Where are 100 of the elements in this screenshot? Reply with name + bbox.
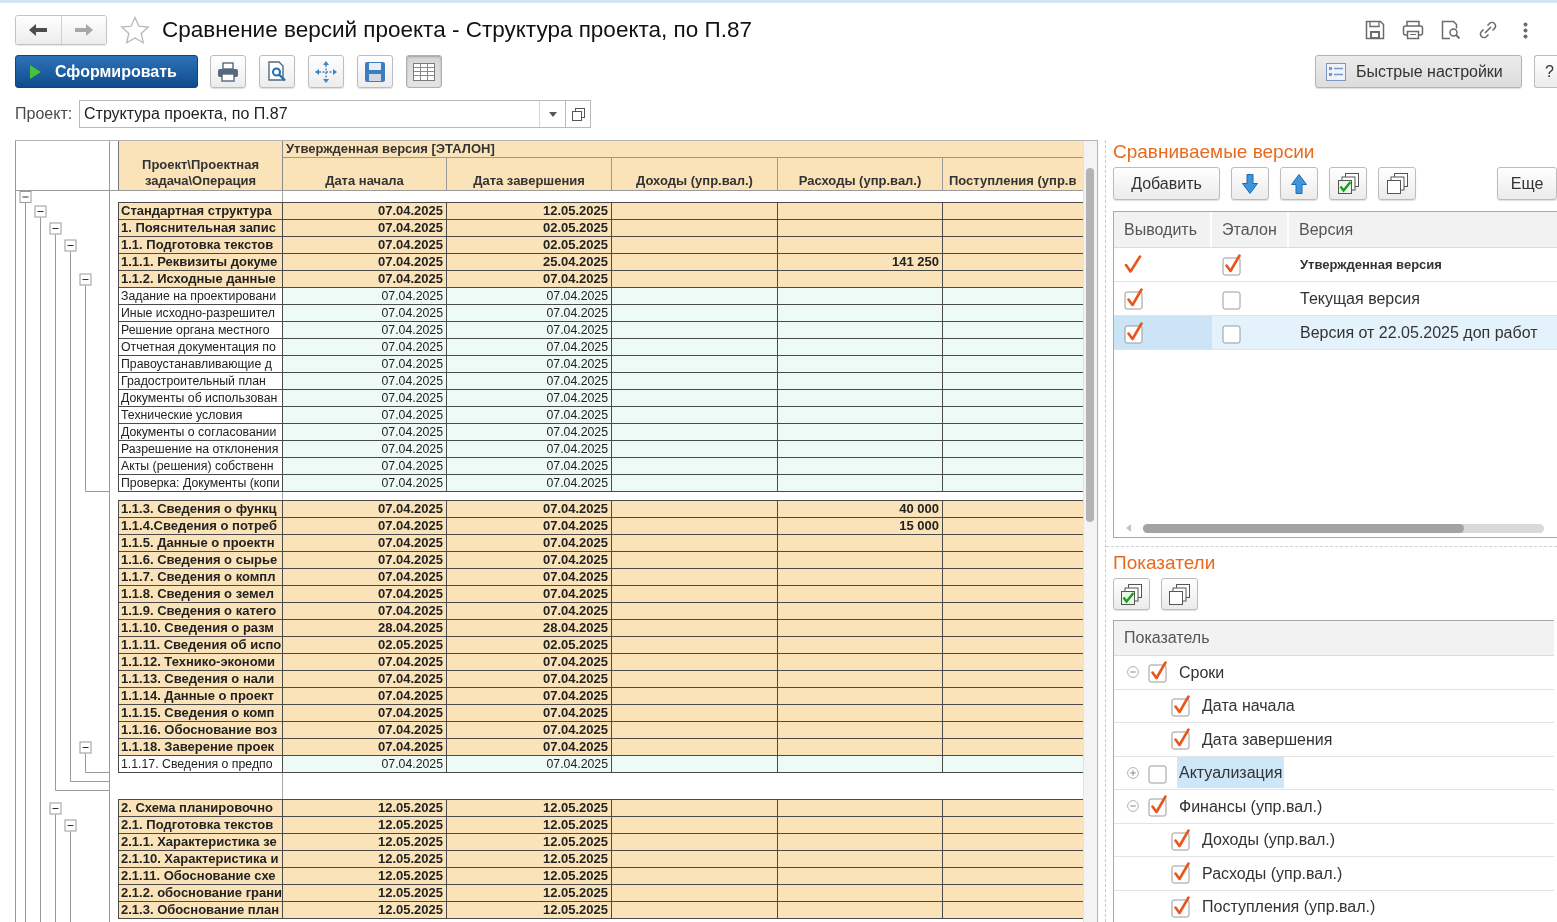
date-cell: 07.04.2025 [283, 654, 447, 670]
column-header: Дата завершения [447, 158, 612, 190]
print-button[interactable] [210, 55, 246, 88]
date-cell: 07.04.2025 [447, 603, 612, 619]
date-cell: 07.04.2025 [447, 356, 612, 372]
collapse-icon[interactable] [64, 819, 77, 832]
vertical-scrollbar[interactable] [1083, 141, 1097, 922]
name-cell: 1.1.9. Сведения о катего [118, 603, 283, 619]
name-cell: 1.1.13. Сведения о нали [118, 671, 283, 687]
project-field[interactable]: Структура проекта, по П.87 [79, 100, 565, 128]
date-cell: 07.04.2025 [283, 688, 447, 704]
generate-button[interactable]: Сформировать [15, 55, 198, 88]
help-button[interactable]: ? [1534, 55, 1557, 88]
name-cell: Иные исходно-разрешител [118, 305, 283, 321]
checkbox[interactable] [1124, 287, 1144, 310]
uncheck-all-button[interactable] [1161, 578, 1198, 610]
date-cell: 12.05.2025 [283, 817, 447, 833]
date-cell: 28.04.2025 [283, 620, 447, 636]
horizontal-scrollbar[interactable] [1143, 523, 1544, 533]
save-button[interactable] [357, 55, 393, 88]
collapse-icon[interactable] [49, 802, 62, 815]
arrows-button[interactable] [308, 55, 344, 88]
date-cell: 12.05.2025 [283, 868, 447, 884]
date-cell: 12.05.2025 [447, 834, 612, 850]
link-icon[interactable] [1478, 20, 1498, 40]
indicator-label[interactable]: Дата начала [1200, 690, 1297, 722]
collapse-icon[interactable] [79, 741, 92, 754]
date-cell: 07.04.2025 [283, 569, 447, 585]
date-cell: 07.04.2025 [447, 739, 612, 755]
checkbox[interactable] [1171, 694, 1191, 717]
collapse-icon[interactable] [64, 239, 77, 252]
amount-cell: 141 250 [778, 254, 943, 270]
save-icon[interactable] [1365, 20, 1385, 40]
add-button[interactable]: Добавить [1113, 167, 1220, 200]
checkbox[interactable] [1171, 862, 1191, 885]
scrollbar-thumb[interactable] [1086, 168, 1094, 522]
name-cell: 1.1. Подготовка текстов [118, 237, 283, 253]
indicator-label[interactable]: Доходы (упр.вал.) [1200, 824, 1338, 856]
version-row[interactable]: Версия от 22.05.2025 доп работ [1114, 316, 1557, 350]
date-cell: 07.04.2025 [447, 288, 612, 304]
date-cell: 07.04.2025 [283, 254, 447, 270]
name-cell: 1.1.15. Сведения о комп [118, 705, 283, 721]
caret-icon [548, 111, 557, 117]
version-row[interactable]: Утвержденная версия [1114, 248, 1557, 282]
date-cell: 12.05.2025 [447, 817, 612, 833]
date-cell: 07.04.2025 [447, 552, 612, 568]
date-cell: 12.05.2025 [447, 203, 612, 219]
date-cell: 07.04.2025 [283, 390, 447, 406]
collapse-icon[interactable] [79, 273, 92, 286]
arrow-up-icon [1291, 173, 1307, 194]
checkbox[interactable] [1171, 895, 1191, 918]
date-cell: 07.04.2025 [283, 705, 447, 721]
date-cell: 07.04.2025 [447, 654, 612, 670]
checkbox[interactable] [1171, 828, 1191, 851]
star-icon[interactable] [120, 15, 150, 45]
date-cell: 07.04.2025 [447, 441, 612, 457]
column-header: Выводить [1114, 212, 1212, 247]
indicator-label[interactable]: Расходы (упр.вал.) [1200, 857, 1345, 889]
date-cell: 07.04.2025 [283, 373, 447, 389]
checkbox[interactable] [1124, 321, 1144, 344]
name-cell: 2. Схема планировочно [118, 800, 283, 816]
checkbox[interactable] [1148, 795, 1168, 818]
window-title: Сравнение версий проекта - Структура проекта, по П.87 [162, 16, 752, 44]
checkbox[interactable] [1222, 253, 1242, 276]
more-button[interactable]: Еще [1497, 167, 1557, 200]
back-button[interactable] [16, 16, 61, 44]
date-cell: 07.04.2025 [447, 424, 612, 440]
checkbox[interactable] [1171, 728, 1191, 751]
name-cell: Правоустанавливающие д [118, 356, 283, 372]
move-up-button[interactable] [1280, 167, 1318, 200]
open-button[interactable] [565, 100, 591, 128]
date-cell: 07.04.2025 [447, 475, 612, 491]
check-all-button[interactable] [1113, 578, 1150, 610]
name-cell: Задание на проектировани [118, 288, 283, 304]
column-header: Эталон [1212, 212, 1289, 247]
more-icon[interactable] [1523, 21, 1528, 39]
date-cell: 07.04.2025 [283, 518, 447, 534]
uncheck-all-button[interactable] [1378, 167, 1416, 200]
document-search-icon[interactable] [1441, 20, 1461, 40]
move-down-button[interactable] [1231, 167, 1269, 200]
list-icon [1326, 62, 1346, 81]
collapse-icon[interactable] [34, 205, 47, 218]
expand-icon[interactable] [1127, 766, 1139, 779]
date-cell: 12.05.2025 [447, 800, 612, 816]
indicator-label[interactable]: Поступления (упр.вал.) [1200, 891, 1378, 922]
preview-button[interactable] [259, 55, 295, 88]
scrollbar-thumb[interactable] [1143, 523, 1464, 533]
check-all-button[interactable] [1329, 167, 1367, 200]
name-cell: 1.1.11. Сведения об испо [118, 637, 283, 653]
indicator-label[interactable]: Финансы (упр.вал.) [1177, 790, 1325, 822]
grid-button[interactable] [406, 55, 442, 88]
quick-settings-button[interactable]: Быстрые настройки [1315, 55, 1522, 88]
date-cell: 07.04.2025 [283, 356, 447, 372]
indicator-label[interactable]: Актуализация [1177, 757, 1285, 789]
collapse-icon[interactable] [49, 222, 62, 235]
date-cell: 12.05.2025 [283, 885, 447, 901]
indicator-label[interactable]: Сроки [1177, 656, 1227, 688]
checkbox[interactable] [1148, 661, 1168, 684]
indicator-label[interactable]: Дата завершения [1200, 723, 1335, 755]
print-icon[interactable] [1402, 20, 1424, 40]
